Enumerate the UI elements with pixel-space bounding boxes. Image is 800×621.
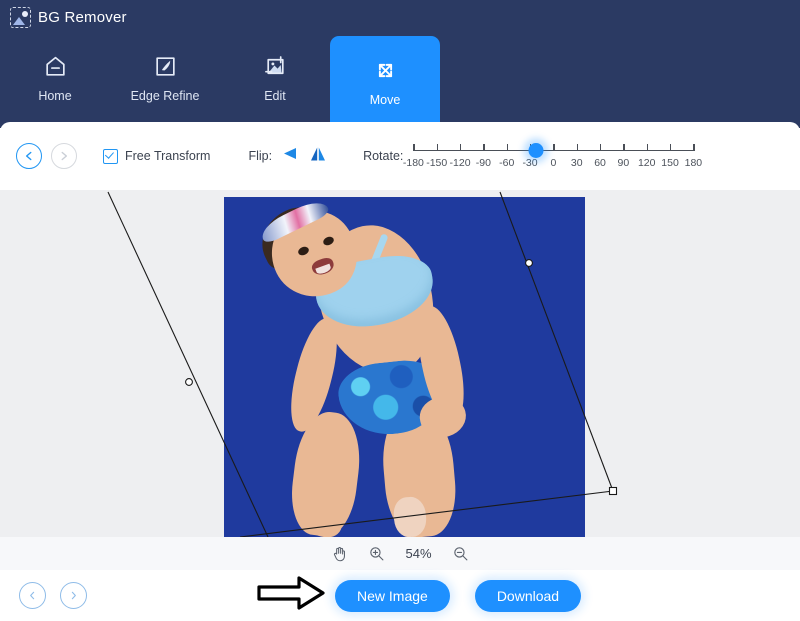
app-title: BG Remover — [38, 9, 127, 26]
previous-image-button[interactable] — [19, 582, 46, 609]
rotate-tick — [646, 144, 648, 151]
nav-item-edit[interactable]: Edit — [220, 36, 330, 120]
rotate-tick-label: 90 — [617, 157, 630, 169]
rotate-tick — [600, 144, 602, 151]
arrow-right-annotation — [257, 576, 325, 615]
rotate-tick-label: 120 — [637, 157, 656, 169]
rotate-tick — [576, 144, 578, 151]
nav-label-edit: Edit — [264, 88, 286, 103]
rotate-tick — [483, 144, 485, 151]
rotate-tick-label: -30 — [522, 157, 538, 169]
undo-button[interactable] — [16, 143, 42, 169]
rotate-tick-label: -180 — [402, 157, 424, 169]
home-icon — [43, 54, 68, 80]
rotate-tick-label: 60 — [594, 157, 606, 169]
rotate-tick — [693, 144, 695, 151]
rotate-tick-label: 30 — [570, 157, 583, 169]
zoom-toolbar: 54% — [0, 537, 800, 570]
flip-vertical-icon[interactable] — [309, 146, 327, 167]
app-header: BG Remover Home Edge Refine Edit Move — [0, 0, 800, 128]
rotate-tick — [436, 144, 438, 151]
nav-label-move: Move — [369, 92, 401, 107]
rotate-slider-handle[interactable] — [528, 143, 544, 158]
nav-item-home[interactable]: Home — [0, 36, 110, 120]
zoom-out-icon[interactable] — [452, 545, 469, 562]
rotate-tick — [670, 144, 672, 151]
edited-image[interactable] — [224, 197, 585, 537]
nav-label-edge-refine: Edge Refine — [130, 88, 200, 103]
hand-tool-icon[interactable] — [331, 545, 348, 563]
bottom-bar: New Image Download — [0, 570, 800, 621]
rotate-tick-label: -150 — [426, 157, 448, 169]
rotate-slider[interactable]: -180 -150 -120 -90 -60 -30 0 30 60 90 120 150 180 — [403, 139, 702, 173]
rotate-tick-label: 0 — [550, 157, 557, 169]
redo-button[interactable] — [51, 143, 77, 169]
rotate-tick — [460, 144, 462, 151]
image-placeholder-icon — [10, 7, 31, 28]
rotate-tick-label: 150 — [661, 157, 679, 169]
move-arrows-icon — [372, 58, 399, 84]
rotate-tick — [623, 144, 625, 151]
zoom-in-icon[interactable] — [368, 545, 385, 562]
rotate-tick-label: 180 — [684, 157, 703, 169]
flip-horizontal-icon[interactable] — [281, 146, 298, 166]
rotate-tick-label: -90 — [475, 157, 491, 169]
brand: BG Remover — [10, 7, 127, 28]
zoom-level: 54% — [405, 546, 432, 561]
brush-square-icon — [153, 54, 178, 80]
rotate-label: Rotate: — [363, 149, 404, 163]
flip-label: Flip: — [248, 149, 273, 163]
nav-item-edge-refine[interactable]: Edge Refine — [110, 36, 220, 120]
rotate-tick-label: -60 — [499, 157, 515, 169]
new-image-button[interactable]: New Image — [335, 579, 450, 612]
nav-label-home: Home — [38, 88, 72, 103]
transform-toolbar: Free Transform Flip: Rotate: -180 -150 -12… — [0, 122, 800, 190]
nav-item-move[interactable]: Move — [330, 36, 440, 128]
subject-photo — [224, 197, 585, 537]
download-button[interactable]: Download — [474, 579, 582, 612]
main-nav: Home Edge Refine Edit Move — [0, 36, 800, 128]
free-transform-checkbox[interactable] — [103, 148, 118, 164]
rotate-tick — [553, 144, 555, 151]
next-image-button[interactable] — [60, 582, 87, 609]
rotate-tick — [413, 144, 415, 151]
canvas-area[interactable] — [0, 190, 800, 537]
free-transform-label: Free Transform — [125, 149, 211, 163]
image-edit-icon — [263, 54, 288, 80]
rotate-tick — [506, 144, 508, 151]
rotate-tick-label: -120 — [449, 157, 471, 169]
